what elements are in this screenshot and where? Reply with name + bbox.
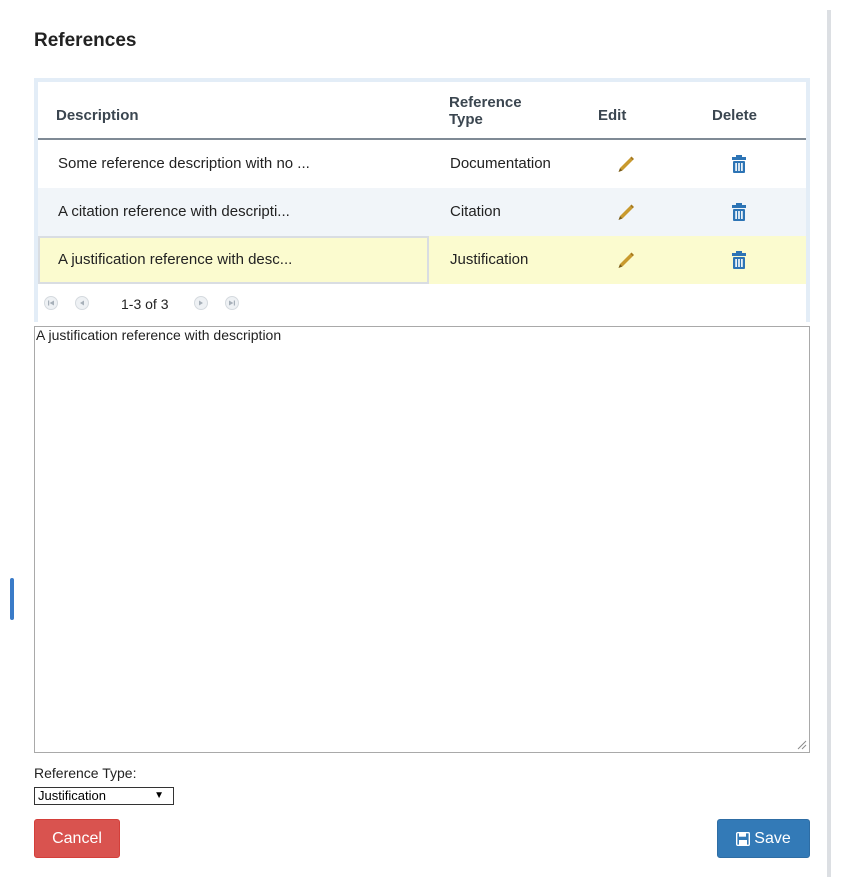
previous-page-icon [75, 296, 89, 310]
panel-divider [827, 10, 831, 877]
row-reference-type[interactable]: Justification [450, 236, 528, 284]
references-grid: Description Reference Type Edit Delete So… [34, 78, 810, 322]
table-row[interactable]: A citation reference with descripti... C… [38, 188, 806, 236]
pencil-icon [618, 204, 634, 220]
row-reference-type[interactable]: Citation [450, 188, 501, 236]
resize-grip-icon[interactable] [795, 738, 807, 750]
pencil-icon [618, 252, 634, 268]
edit-button[interactable] [614, 236, 638, 284]
column-header-reference-type-line1: Reference [449, 94, 522, 111]
first-page-button[interactable] [44, 296, 58, 310]
next-page-icon [194, 296, 208, 310]
side-tab-indicator [10, 578, 14, 620]
previous-page-button[interactable] [75, 296, 89, 310]
next-page-button[interactable] [194, 296, 208, 310]
last-page-icon [225, 296, 239, 310]
edit-button[interactable] [614, 188, 638, 236]
trash-icon [732, 251, 746, 269]
description-textarea[interactable]: A justification reference with descripti… [34, 326, 810, 753]
last-page-button[interactable] [225, 296, 239, 310]
pager-info: 1-3 of 3 [121, 296, 169, 312]
page-title: References [34, 30, 137, 51]
first-page-icon [44, 296, 58, 310]
column-header-delete: Delete [712, 107, 758, 124]
column-header-edit: Edit [598, 107, 627, 124]
delete-button[interactable] [728, 140, 750, 188]
pencil-icon [618, 156, 634, 172]
delete-button[interactable] [728, 188, 750, 236]
save-button-label: Save [754, 830, 791, 847]
pager: 1-3 of 3 [38, 284, 806, 322]
column-header-reference-type-line2: Type [449, 111, 483, 128]
trash-icon [732, 155, 746, 173]
table-row-selected[interactable]: A justification reference with desc... J… [38, 236, 806, 284]
reference-type-label: Reference Type: [34, 765, 137, 781]
column-header-description[interactable]: Description [56, 107, 139, 124]
column-header-reference-type[interactable]: Reference Type [449, 94, 522, 128]
save-button[interactable]: Save [717, 819, 810, 858]
delete-button[interactable] [728, 236, 750, 284]
row-description[interactable]: A justification reference with desc... [58, 236, 292, 284]
row-description[interactable]: A citation reference with descripti... [58, 188, 290, 236]
table-row[interactable]: Some reference description with no ... D… [38, 140, 806, 188]
reference-type-select[interactable]: Justification ▼ [34, 787, 174, 805]
reference-type-selected-value: Justification [38, 788, 106, 803]
row-description[interactable]: Some reference description with no ... [58, 140, 310, 188]
grid-header: Description Reference Type Edit Delete [38, 82, 806, 140]
edit-button[interactable] [614, 140, 638, 188]
cancel-button[interactable]: Cancel [34, 819, 120, 858]
trash-icon [732, 203, 746, 221]
row-reference-type[interactable]: Documentation [450, 140, 551, 188]
floppy-disk-icon [736, 831, 751, 846]
dropdown-arrow-icon: ▼ [154, 790, 164, 801]
